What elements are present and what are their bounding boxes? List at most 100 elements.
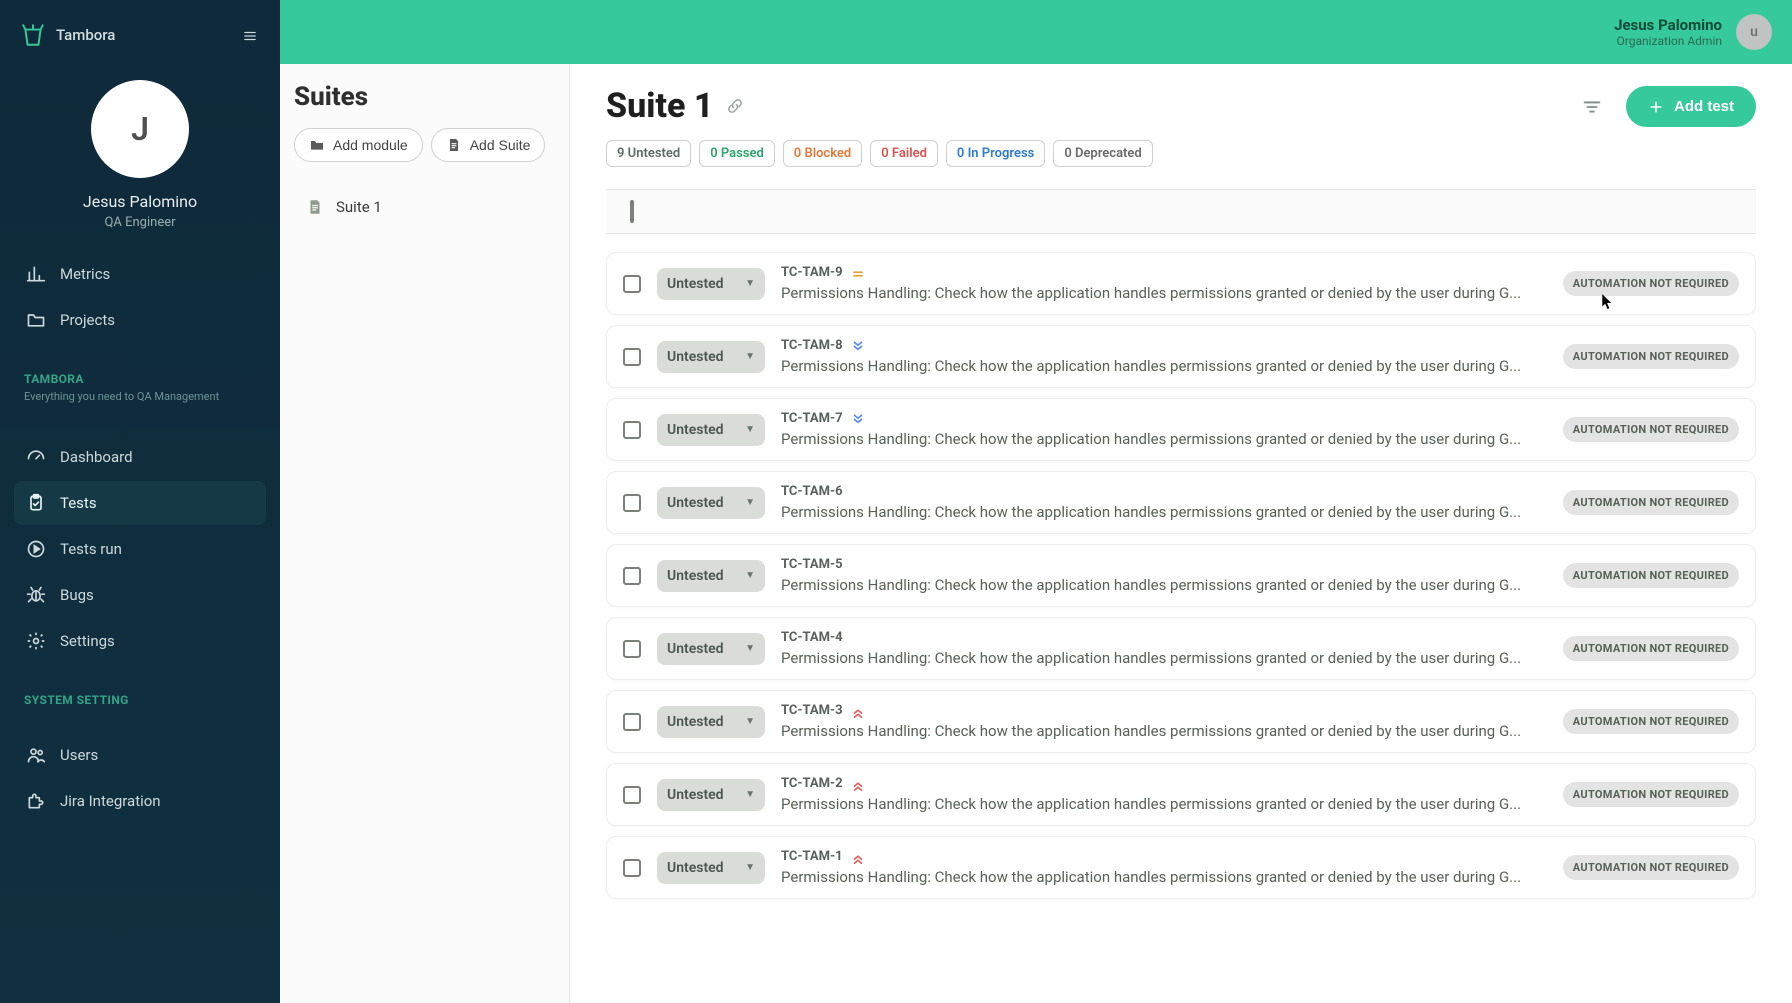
automation-badge: AUTOMATION NOT REQUIRED bbox=[1563, 417, 1739, 442]
chip-passed[interactable]: 0 Passed bbox=[699, 140, 775, 167]
automation-badge: AUTOMATION NOT REQUIRED bbox=[1563, 271, 1739, 296]
brand-name: Tambora bbox=[56, 26, 115, 44]
chip-blocked[interactable]: 0 Blocked bbox=[783, 140, 862, 167]
filter-button[interactable] bbox=[1572, 87, 1612, 127]
row-checkbox[interactable] bbox=[623, 640, 641, 658]
users-icon bbox=[26, 745, 46, 765]
sidebar-item-users[interactable]: Users bbox=[14, 733, 266, 777]
test-row[interactable]: Untested▼TC-TAM-1Permissions Handling: C… bbox=[606, 836, 1756, 899]
add-module-button[interactable]: Add module bbox=[294, 128, 423, 162]
test-id: TC-TAM-4 bbox=[781, 630, 843, 645]
test-description: Permissions Handling: Check how the appl… bbox=[781, 795, 1547, 813]
priority-high-icon bbox=[851, 777, 865, 791]
automation-badge: AUTOMATION NOT REQUIRED bbox=[1563, 636, 1739, 661]
row-checkbox[interactable] bbox=[623, 348, 641, 366]
sidebar-item-metrics[interactable]: Metrics bbox=[14, 252, 266, 296]
chevron-down-icon: ▼ bbox=[745, 424, 755, 435]
row-checkbox[interactable] bbox=[623, 859, 641, 877]
status-label: Untested bbox=[667, 349, 724, 365]
section-label-tambora: TAMBORA bbox=[14, 364, 266, 390]
row-checkbox[interactable] bbox=[623, 421, 641, 439]
status-dropdown[interactable]: Untested ▼ bbox=[657, 487, 765, 519]
status-label: Untested bbox=[667, 714, 724, 730]
chevron-down-icon: ▼ bbox=[745, 789, 755, 800]
test-row[interactable]: Untested▼TC-TAM-2Permissions Handling: C… bbox=[606, 763, 1756, 826]
test-id: TC-TAM-6 bbox=[781, 484, 843, 499]
section-desc-tambora: Everything you need to QA Management bbox=[14, 390, 266, 413]
test-description: Permissions Handling: Check how the appl… bbox=[781, 576, 1547, 594]
add-suite-button[interactable]: Add Suite bbox=[431, 128, 546, 162]
suites-title: Suites bbox=[294, 82, 555, 112]
sidebar-item-testsrun[interactable]: Tests run bbox=[14, 527, 266, 571]
status-dropdown[interactable]: Untested▼ bbox=[657, 268, 765, 300]
test-row[interactable]: Untested▼TC-TAM-4Permissions Handling: C… bbox=[606, 617, 1756, 680]
row-checkbox[interactable] bbox=[623, 494, 641, 512]
suite-item[interactable]: Suite 1 bbox=[294, 188, 555, 226]
status-label: Untested bbox=[667, 568, 724, 584]
row-checkbox[interactable] bbox=[623, 786, 641, 804]
row-checkbox[interactable] bbox=[623, 713, 641, 731]
test-row[interactable]: Untested▼TC-TAM-8Permissions Handling: C… bbox=[606, 325, 1756, 388]
logo-icon bbox=[20, 22, 46, 48]
test-description: Permissions Handling: Check how the appl… bbox=[781, 284, 1547, 302]
sidebar-item-label: Metrics bbox=[60, 265, 110, 283]
sidebar-item-jira[interactable]: Jira Integration bbox=[14, 779, 266, 823]
test-description: Permissions Handling: Check how the appl… bbox=[781, 722, 1547, 740]
automation-badge: AUTOMATION NOT REQUIRED bbox=[1563, 490, 1739, 515]
test-row[interactable]: Untested▼TC-TAM-5Permissions Handling: C… bbox=[606, 544, 1756, 607]
select-all-checkbox[interactable] bbox=[630, 200, 634, 223]
status-label: Untested bbox=[667, 495, 724, 511]
sidebar-item-projects[interactable]: Projects bbox=[14, 298, 266, 342]
status-dropdown[interactable]: Untested▼ bbox=[657, 414, 765, 446]
status-label: Untested bbox=[667, 276, 724, 292]
puzzle-icon bbox=[26, 791, 46, 811]
chevron-down-icon: ▼ bbox=[745, 497, 755, 508]
profile-block: J Jesus Palomino QA Engineer bbox=[14, 80, 266, 230]
header-user-role: Organization Admin bbox=[1614, 34, 1722, 48]
test-row[interactable]: Untested▼TC-TAM-7Permissions Handling: C… bbox=[606, 398, 1756, 461]
chip-untested[interactable]: 9 Untested bbox=[606, 140, 691, 167]
profile-role: QA Engineer bbox=[104, 215, 175, 230]
status-label: Untested bbox=[667, 787, 724, 803]
status-dropdown[interactable]: Untested ▼ bbox=[657, 633, 765, 665]
test-description: Permissions Handling: Check how the appl… bbox=[781, 868, 1547, 886]
sidebar-item-bugs[interactable]: Bugs bbox=[14, 573, 266, 617]
chip-failed[interactable]: 0 Failed bbox=[870, 140, 938, 167]
speedometer-icon bbox=[26, 447, 46, 467]
gear-icon bbox=[26, 631, 46, 651]
status-dropdown[interactable]: Untested▼ bbox=[657, 852, 765, 884]
status-dropdown[interactable]: Untested ▼ bbox=[657, 779, 765, 811]
chip-deprecated[interactable]: 0 Deprecated bbox=[1053, 140, 1152, 167]
status-dropdown[interactable]: Untested▼ bbox=[657, 341, 765, 373]
row-checkbox[interactable] bbox=[623, 275, 641, 293]
test-description: Permissions Handling: Check how the appl… bbox=[781, 503, 1547, 521]
test-row[interactable]: Untested ▼ TC-TAM-3 Permissions Handling: C… bbox=[606, 690, 1756, 753]
folder-icon bbox=[309, 137, 325, 153]
sidebar-item-dashboard[interactable]: Dashboard bbox=[14, 435, 266, 479]
page-title: Suite 1 bbox=[606, 86, 714, 126]
select-all-bar bbox=[606, 189, 1756, 234]
test-row[interactable]: Untested ▼ TC-TAM-6 Permissions Handling: C… bbox=[606, 471, 1756, 534]
sidebar-item-settings[interactable]: Settings bbox=[14, 619, 266, 663]
sidebar-item-tests[interactable]: Tests bbox=[14, 481, 266, 525]
test-row[interactable]: Untested▼TC-TAM-9Permissions Handling: C… bbox=[606, 252, 1756, 315]
brand[interactable]: Tambora bbox=[20, 22, 115, 48]
folder-icon bbox=[26, 310, 46, 330]
status-label: Untested bbox=[667, 641, 724, 657]
status-dropdown[interactable]: Untested▼ bbox=[657, 560, 765, 592]
chevron-down-icon: ▼ bbox=[745, 643, 755, 654]
chip-inprogress[interactable]: 0 In Progress bbox=[946, 140, 1045, 167]
add-test-button[interactable]: Add test bbox=[1626, 86, 1756, 127]
chevron-down-icon: ▼ bbox=[745, 716, 755, 727]
header-avatar[interactable]: u bbox=[1736, 14, 1772, 50]
automation-badge: AUTOMATION NOT REQUIRED bbox=[1563, 782, 1739, 807]
row-checkbox[interactable] bbox=[623, 567, 641, 585]
status-dropdown[interactable]: Untested ▼ bbox=[657, 706, 765, 738]
copy-link-icon[interactable] bbox=[726, 97, 744, 115]
user-block[interactable]: Jesus Palomino Organization Admin bbox=[1614, 16, 1722, 48]
chart-icon bbox=[26, 264, 46, 284]
test-id: TC-TAM-3 bbox=[781, 703, 843, 718]
avatar[interactable]: J bbox=[91, 80, 189, 178]
priority-low-icon bbox=[851, 339, 865, 353]
menu-toggle-icon[interactable] bbox=[240, 28, 260, 42]
